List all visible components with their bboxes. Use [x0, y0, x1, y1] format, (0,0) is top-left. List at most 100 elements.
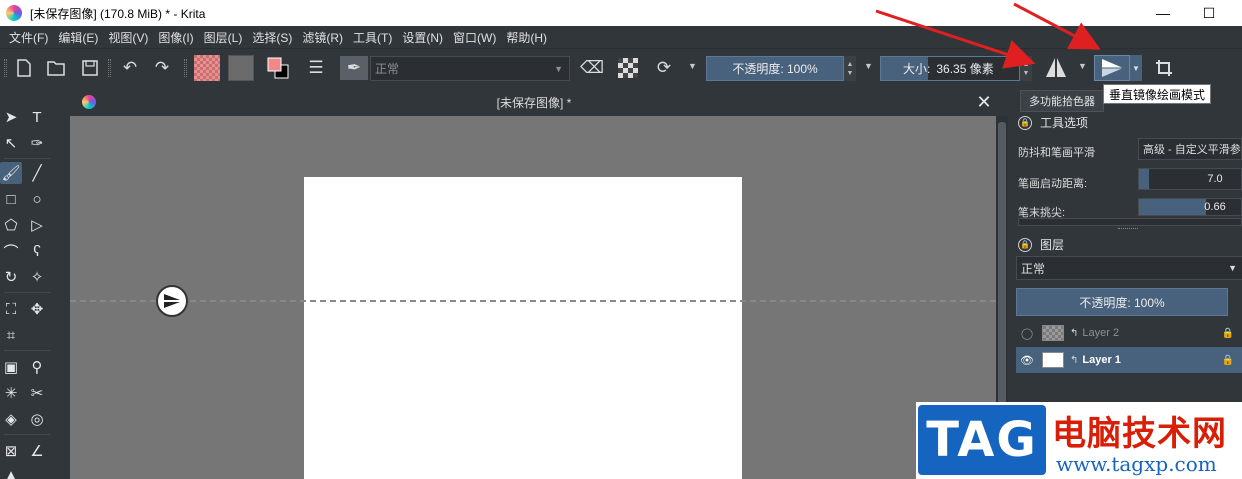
transform-tool-icon[interactable]: ⛶	[0, 298, 22, 320]
wrap-around-icon[interactable]	[1152, 56, 1176, 80]
minimize-button[interactable]: —	[1140, 0, 1186, 26]
select-shapes-tool-icon[interactable]: ➤	[0, 106, 22, 128]
pattern-preset-icon[interactable]	[228, 55, 254, 81]
smart-patch-tool-icon[interactable]: ✳	[0, 382, 22, 404]
close-icon[interactable]: ✕	[974, 92, 994, 112]
menu-edit[interactable]: 编辑(E)	[53, 29, 103, 46]
menu-layer[interactable]: 图层(L)	[199, 29, 248, 46]
menu-select[interactable]: 选择(S)	[247, 29, 297, 46]
save-icon[interactable]	[78, 56, 102, 80]
chevron-down-icon[interactable]: ▼	[688, 61, 697, 71]
krita-window: [未保存图像] (170.8 MiB) * - Krita — ☐ 文件(F) …	[0, 0, 1242, 479]
start-distance-slider[interactable]: 7.0	[1138, 168, 1242, 190]
toolbar-grip[interactable]	[108, 59, 111, 77]
size-slider[interactable]: 大小: 36.35 像素	[880, 56, 1020, 81]
layer-name[interactable]: Layer 2	[1082, 327, 1119, 339]
menu-image[interactable]: 图像(I)	[153, 29, 198, 46]
pattern-edit-tool-icon[interactable]: ✂	[26, 382, 48, 404]
eye-icon[interactable]: 👁	[1020, 353, 1034, 367]
toolbox-separator	[4, 434, 50, 435]
lock-icon[interactable]: 🔒	[1018, 237, 1032, 252]
lock-icon[interactable]: 🔒	[1222, 355, 1234, 366]
multibrush-tool-icon[interactable]: ✧	[26, 266, 48, 288]
tail-slider[interactable]: 0.66	[1138, 198, 1242, 216]
enclose-fill-tool-icon[interactable]: ◎	[26, 408, 48, 430]
menu-window[interactable]: 窗口(W)	[448, 29, 501, 46]
mirror-axis-handle-icon[interactable]	[156, 285, 188, 317]
mirror-tooltip: 垂直镜像绘画模式	[1103, 84, 1212, 104]
chevron-down-icon[interactable]: ▼	[1130, 55, 1142, 81]
open-folder-icon[interactable]	[44, 56, 68, 80]
color-picker-tool-icon[interactable]: ⚲	[26, 356, 48, 378]
measure-tool-icon[interactable]: ∠	[26, 440, 48, 462]
toolbar-grip[interactable]	[184, 59, 187, 77]
fill-tool-icon[interactable]: ◈	[0, 408, 22, 430]
undo-icon[interactable]: ↶	[118, 56, 142, 80]
menu-file[interactable]: 文件(F)	[4, 29, 53, 46]
blend-mode-value: 正常	[375, 62, 400, 76]
assistant-tool-icon[interactable]: ⊠	[0, 440, 22, 462]
menu-help[interactable]: 帮助(H)	[501, 29, 552, 46]
new-document-icon[interactable]	[12, 56, 36, 80]
vertical-mirror-icon[interactable]	[1094, 55, 1130, 81]
menu-view[interactable]: 视图(V)	[103, 29, 153, 46]
layer-blend-mode-value: 正常	[1021, 261, 1046, 276]
text-tool-icon[interactable]: T	[26, 106, 48, 128]
freehand-path-tool-icon[interactable]: ʕ	[26, 240, 48, 262]
brush-preset-icon[interactable]: ✒	[340, 56, 368, 80]
menu-settings[interactable]: 设置(N)	[397, 29, 448, 46]
layer-blend-mode-select[interactable]: 正常 ▼	[1016, 256, 1242, 280]
brush-presets-icon[interactable]: ☰	[304, 56, 328, 80]
edit-shapes-tool-icon[interactable]: ↖	[0, 132, 22, 154]
lock-icon[interactable]: 🔒	[1222, 328, 1234, 339]
horizontal-mirror-icon[interactable]	[1042, 56, 1070, 80]
lock-icon[interactable]: 🔒	[1018, 115, 1032, 130]
window-title: [未保存图像] (170.8 MiB) * - Krita	[30, 6, 206, 21]
eye-closed-icon[interactable]: ◯	[1020, 326, 1034, 340]
reload-preset-icon[interactable]: ⟳	[652, 56, 676, 80]
bezier-tool-icon[interactable]: ⌒	[0, 240, 22, 262]
document-tab[interactable]: [未保存图像] * ✕	[70, 88, 998, 116]
menu-filter[interactable]: 滤镜(R)	[297, 29, 348, 46]
move-tool-icon[interactable]: ✥	[26, 298, 48, 320]
redo-icon[interactable]: ↷	[150, 56, 174, 80]
maximize-button[interactable]: ☐	[1186, 0, 1232, 26]
layer-name[interactable]: Layer 1	[1082, 354, 1121, 366]
smoothing-select[interactable]: 高级 - 自定义平滑参数	[1138, 138, 1242, 160]
menu-tools[interactable]: 工具(T)	[348, 29, 397, 46]
rectangle-tool-icon[interactable]: □	[0, 188, 22, 210]
tool-options-hscrollbar[interactable]	[1018, 218, 1242, 226]
layer-opacity-slider[interactable]: 不透明度: 100%	[1016, 288, 1228, 316]
chevron-down-icon[interactable]: ▼	[864, 61, 873, 71]
chevron-down-icon[interactable]: ▼	[1078, 61, 1087, 71]
tab-advanced-color-selector[interactable]: 多功能拾色器	[1020, 90, 1104, 112]
layer-row-layer-1[interactable]: 👁 ↰ Layer 1 🔒	[1016, 347, 1242, 373]
fg-bg-color-icon[interactable]	[264, 56, 292, 80]
docker-splitter[interactable]	[1118, 228, 1138, 232]
canvas-area[interactable]	[70, 116, 996, 479]
gradient-preset-icon[interactable]	[194, 55, 220, 81]
line-tool-icon[interactable]: ╱	[26, 162, 48, 184]
reference-tool-icon[interactable]: ▲	[0, 464, 22, 479]
toolbar-grip[interactable]	[4, 59, 7, 77]
dynamic-brush-tool-icon[interactable]: ↻	[0, 266, 22, 288]
crop-tool-icon[interactable]: ⌗	[0, 324, 22, 346]
ellipse-tool-icon[interactable]: ○	[26, 188, 48, 210]
eraser-icon[interactable]: ⌫	[580, 56, 604, 80]
polygon-tool-icon[interactable]: ⬠	[0, 214, 22, 236]
calligraphy-tool-icon[interactable]: ✑	[26, 132, 48, 154]
blend-mode-select[interactable]: 正常 ▼	[370, 56, 570, 81]
size-spin-buttons[interactable]: ▲ ▼	[1020, 56, 1032, 81]
watermark-site-name: 电脑技术网	[1052, 415, 1227, 453]
mirror-axis-line	[70, 300, 996, 302]
freehand-brush-tool-icon[interactable]: 🖌	[0, 162, 22, 184]
gradient-tool-icon[interactable]: ▣	[0, 356, 22, 378]
polyline-tool-icon[interactable]: ▷	[26, 214, 48, 236]
layer-row-layer-2[interactable]: ◯ ↰ Layer 2 🔒	[1016, 320, 1242, 346]
preserve-alpha-icon[interactable]	[616, 56, 640, 80]
canvas-paper[interactable]	[304, 177, 742, 479]
opacity-spin-buttons[interactable]: ▲ ▼	[844, 56, 856, 81]
opacity-slider[interactable]: 不透明度: 100%	[706, 56, 844, 81]
toolbox-splitter[interactable]	[56, 86, 70, 479]
smoothing-label: 防抖和笔画平滑	[1018, 147, 1095, 159]
